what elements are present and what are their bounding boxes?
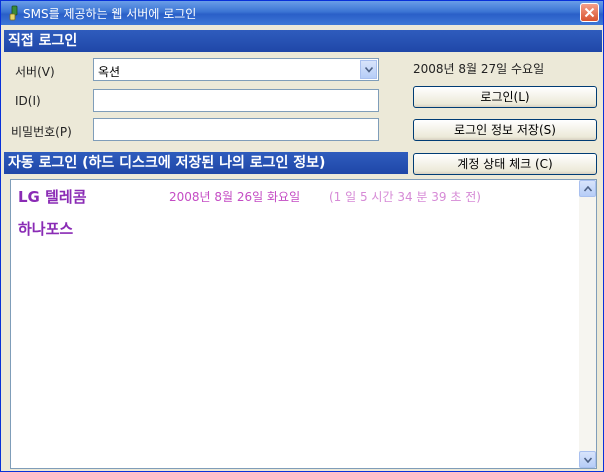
- vertical-scrollbar[interactable]: [579, 180, 596, 468]
- entry-elapsed: (1 일 5 시간 34 분 39 초 전): [329, 190, 481, 204]
- scroll-down-icon: [584, 457, 592, 463]
- scroll-up-button[interactable]: [579, 180, 596, 197]
- password-label: 비밀번호(P): [11, 125, 72, 139]
- entry-date: 2008년 8월 26일 화요일: [169, 190, 301, 204]
- scroll-down-button[interactable]: [579, 451, 596, 468]
- login-button[interactable]: 로그인(L): [413, 86, 597, 108]
- close-icon: [584, 7, 595, 18]
- check-account-status-button[interactable]: 계정 상태 체크 (C): [413, 153, 597, 175]
- entry-name: LG 텔레콤: [18, 188, 87, 206]
- server-select[interactable]: 옥션: [93, 58, 379, 81]
- window-title: SMS를 제공하는 웹 서버에 로그인: [23, 7, 197, 21]
- auto-login-header: 자동 로그인 (하드 디스크에 저장된 나의 로그인 정보): [4, 152, 408, 174]
- app-icon: [7, 5, 21, 21]
- current-date: 2008년 8월 27일 수요일: [413, 62, 545, 76]
- close-button[interactable]: [580, 3, 599, 22]
- login-window: SMS를 제공하는 웹 서버에 로그인 직접 로그인 서버(V) 옥션 2008…: [0, 0, 604, 472]
- saved-login-list[interactable]: LG 텔레콤 2008년 8월 26일 화요일 (1 일 5 시간 34 분 3…: [10, 179, 597, 469]
- scroll-up-icon: [584, 186, 592, 192]
- dropdown-arrow-icon: [365, 67, 373, 73]
- list-item[interactable]: LG 텔레콤 2008년 8월 26일 화요일 (1 일 5 시간 34 분 3…: [11, 180, 579, 208]
- title-bar[interactable]: SMS를 제공하는 웹 서버에 로그인: [1, 1, 603, 25]
- entry-name: 하나포스: [18, 220, 74, 238]
- server-select-value: 옥션: [98, 65, 121, 79]
- password-input[interactable]: [93, 118, 379, 141]
- list-item[interactable]: 하나포스: [11, 212, 579, 240]
- direct-login-header: 직접 로그인: [4, 30, 602, 52]
- server-select-arrow[interactable]: [360, 60, 377, 79]
- id-label: ID(I): [15, 94, 41, 108]
- server-label: 서버(V): [15, 65, 55, 79]
- save-login-info-button[interactable]: 로그인 정보 저장(S): [413, 119, 597, 141]
- id-input[interactable]: [93, 89, 379, 112]
